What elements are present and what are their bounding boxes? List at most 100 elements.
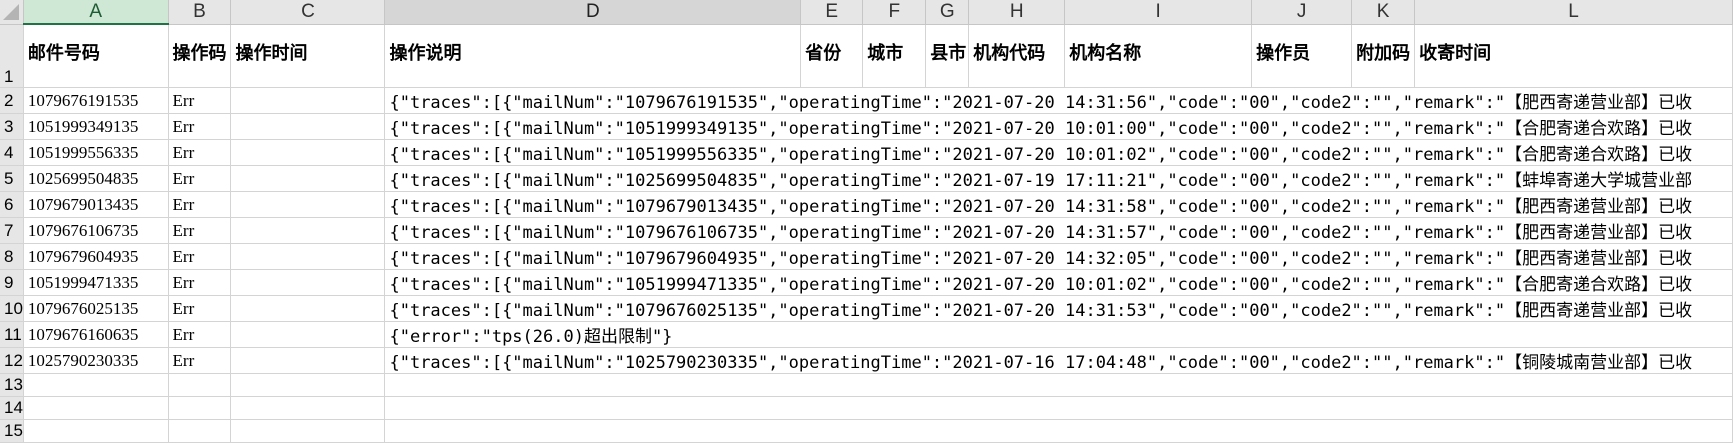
cell-mail-number[interactable]: 1079676191535 [23, 87, 169, 114]
cell-op-code[interactable]: Err [168, 139, 232, 166]
cell-op-description[interactable]: {"traces":[{"mailNum":"1079679013435","o… [384, 191, 1733, 218]
row-header[interactable]: 14 [0, 396, 24, 420]
cell-op-time[interactable] [230, 295, 386, 322]
cell-op-code[interactable]: Err [168, 87, 232, 114]
cell-header[interactable]: 城市 [862, 24, 927, 88]
row-header[interactable]: 8 [0, 243, 24, 270]
cell-header[interactable]: 省份 [800, 24, 864, 88]
cell-op-description[interactable]: {"traces":[{"mailNum":"1025699504835","o… [384, 165, 1733, 192]
table-row: 15 [0, 419, 1733, 443]
row-header[interactable]: 11 [0, 321, 24, 348]
cell-op-time[interactable] [230, 419, 386, 443]
column-header-l[interactable]: L [1414, 0, 1733, 25]
cell-op-time[interactable] [230, 373, 386, 397]
cell-mail-number[interactable]: 1079679013435 [23, 191, 169, 218]
column-header-h[interactable]: H [968, 0, 1066, 25]
cell-mail-number[interactable]: 1025790230335 [23, 347, 169, 374]
cell-mail-number[interactable]: 1051999471335 [23, 269, 169, 296]
cell-header[interactable]: 操作说明 [384, 24, 802, 88]
row-header[interactable]: 9 [0, 269, 24, 296]
cell-op-code[interactable]: Err [168, 217, 232, 244]
column-header-d[interactable]: D [384, 0, 802, 25]
column-header-k[interactable]: K [1351, 0, 1416, 25]
cell-mail-number[interactable]: 1051999349135 [23, 113, 169, 140]
column-header-a[interactable]: A [23, 0, 169, 25]
cell-header[interactable]: 县市 [925, 24, 970, 88]
cell-op-code[interactable]: Err [168, 295, 232, 322]
row-header[interactable]: 5 [0, 165, 24, 192]
column-header-f[interactable]: F [862, 0, 927, 25]
cell-op-code[interactable]: Err [168, 321, 232, 348]
cell-header[interactable]: 邮件号码 [23, 24, 169, 88]
cell-op-description[interactable]: {"traces":[{"mailNum":"1079676191535","o… [384, 87, 1733, 114]
cell-op-code[interactable]: Err [168, 165, 232, 192]
cell-header[interactable]: 操作时间 [230, 24, 386, 88]
row-header[interactable]: 3 [0, 113, 24, 140]
cell-op-description[interactable]: {"traces":[{"mailNum":"1079679604935","o… [384, 243, 1733, 270]
cell-header[interactable]: 收寄时间 [1414, 24, 1733, 88]
cell-op-time[interactable] [230, 139, 386, 166]
cell-op-description[interactable]: {"traces":[{"mailNum":"1051999349135","o… [384, 113, 1733, 140]
cell-mail-number[interactable]: 1079676106735 [23, 217, 169, 244]
cell-op-time[interactable] [230, 113, 386, 140]
cell-op-time[interactable] [230, 347, 386, 374]
row-header[interactable]: 12 [0, 347, 24, 374]
select-all-corner[interactable] [0, 0, 24, 25]
cell-op-time[interactable] [230, 191, 386, 218]
row-header[interactable]: 2 [0, 87, 24, 114]
cell-mail-number[interactable] [23, 396, 169, 420]
table-row: 4 1051999556335 Err {"traces":[{"mailNum":"… [0, 139, 1733, 166]
row-header[interactable]: 6 [0, 191, 24, 218]
column-header-i[interactable]: I [1064, 0, 1253, 25]
column-header-g[interactable]: G [925, 0, 970, 25]
header-label: 操作时间 [235, 42, 308, 64]
cell-header[interactable]: 机构名称 [1064, 24, 1253, 88]
cell-op-code[interactable]: Err [168, 269, 232, 296]
cell-op-description[interactable]: {"error":"tps(26.0)超出限制"} [384, 321, 1733, 348]
cell-op-description[interactable]: {"traces":[{"mailNum":"1079676106735","o… [384, 217, 1733, 244]
row-header[interactable]: 10 [0, 295, 24, 322]
cell-op-code[interactable]: Err [168, 347, 232, 374]
cell-op-code[interactable]: Err [168, 243, 232, 270]
cell-op-code[interactable]: Err [168, 113, 232, 140]
cell-mail-number[interactable] [23, 419, 169, 443]
cell-op-description[interactable] [384, 419, 1733, 443]
cell-mail-number[interactable] [23, 373, 169, 397]
cell-mail-number[interactable]: 1079676025135 [23, 295, 169, 322]
cell-op-time[interactable] [230, 165, 386, 192]
cell-op-time[interactable] [230, 396, 386, 420]
cell-mail-number[interactable]: 1051999556335 [23, 139, 169, 166]
row-header[interactable]: 7 [0, 217, 24, 244]
cell-op-time[interactable] [230, 269, 386, 296]
cell-header[interactable]: 附加码 [1351, 24, 1416, 88]
cell-op-code[interactable] [168, 396, 232, 420]
cell-mail-number[interactable]: 1079676160635 [23, 321, 169, 348]
cell-op-code[interactable] [168, 373, 232, 397]
cell-op-time[interactable] [230, 243, 386, 270]
column-header-j[interactable]: J [1251, 0, 1353, 25]
column-header-e[interactable]: E [800, 0, 864, 25]
cell-mail-number[interactable]: 1025699504835 [23, 165, 169, 192]
row-header[interactable]: 1 [0, 24, 24, 88]
cell-header[interactable]: 操作码 [168, 24, 232, 88]
cell-op-description[interactable]: {"traces":[{"mailNum":"1051999471335","o… [384, 269, 1733, 296]
cell-mail-number[interactable]: 1079679604935 [23, 243, 169, 270]
spreadsheet: A B C D E F G H I J K L 1 邮件号码 操作码 操作时间 … [0, 0, 1733, 443]
cell-header[interactable]: 机构代码 [968, 24, 1066, 88]
column-header-b[interactable]: B [168, 0, 232, 25]
cell-op-time[interactable] [230, 87, 386, 114]
column-header-c[interactable]: C [230, 0, 386, 25]
cell-op-code[interactable]: Err [168, 191, 232, 218]
cell-op-time[interactable] [230, 217, 386, 244]
cell-op-description[interactable]: {"traces":[{"mailNum":"1051999556335","o… [384, 139, 1733, 166]
cell-op-description[interactable] [384, 373, 1733, 397]
cell-header[interactable]: 操作员 [1251, 24, 1353, 88]
cell-op-description[interactable]: {"traces":[{"mailNum":"1079676025135","o… [384, 295, 1733, 322]
row-header[interactable]: 13 [0, 373, 24, 397]
row-header[interactable]: 15 [0, 419, 24, 443]
cell-op-time[interactable] [230, 321, 386, 348]
cell-op-code[interactable] [168, 419, 232, 443]
cell-op-description[interactable]: {"traces":[{"mailNum":"1025790230335","o… [384, 347, 1733, 374]
cell-op-description[interactable] [384, 396, 1733, 420]
row-header[interactable]: 4 [0, 139, 24, 166]
